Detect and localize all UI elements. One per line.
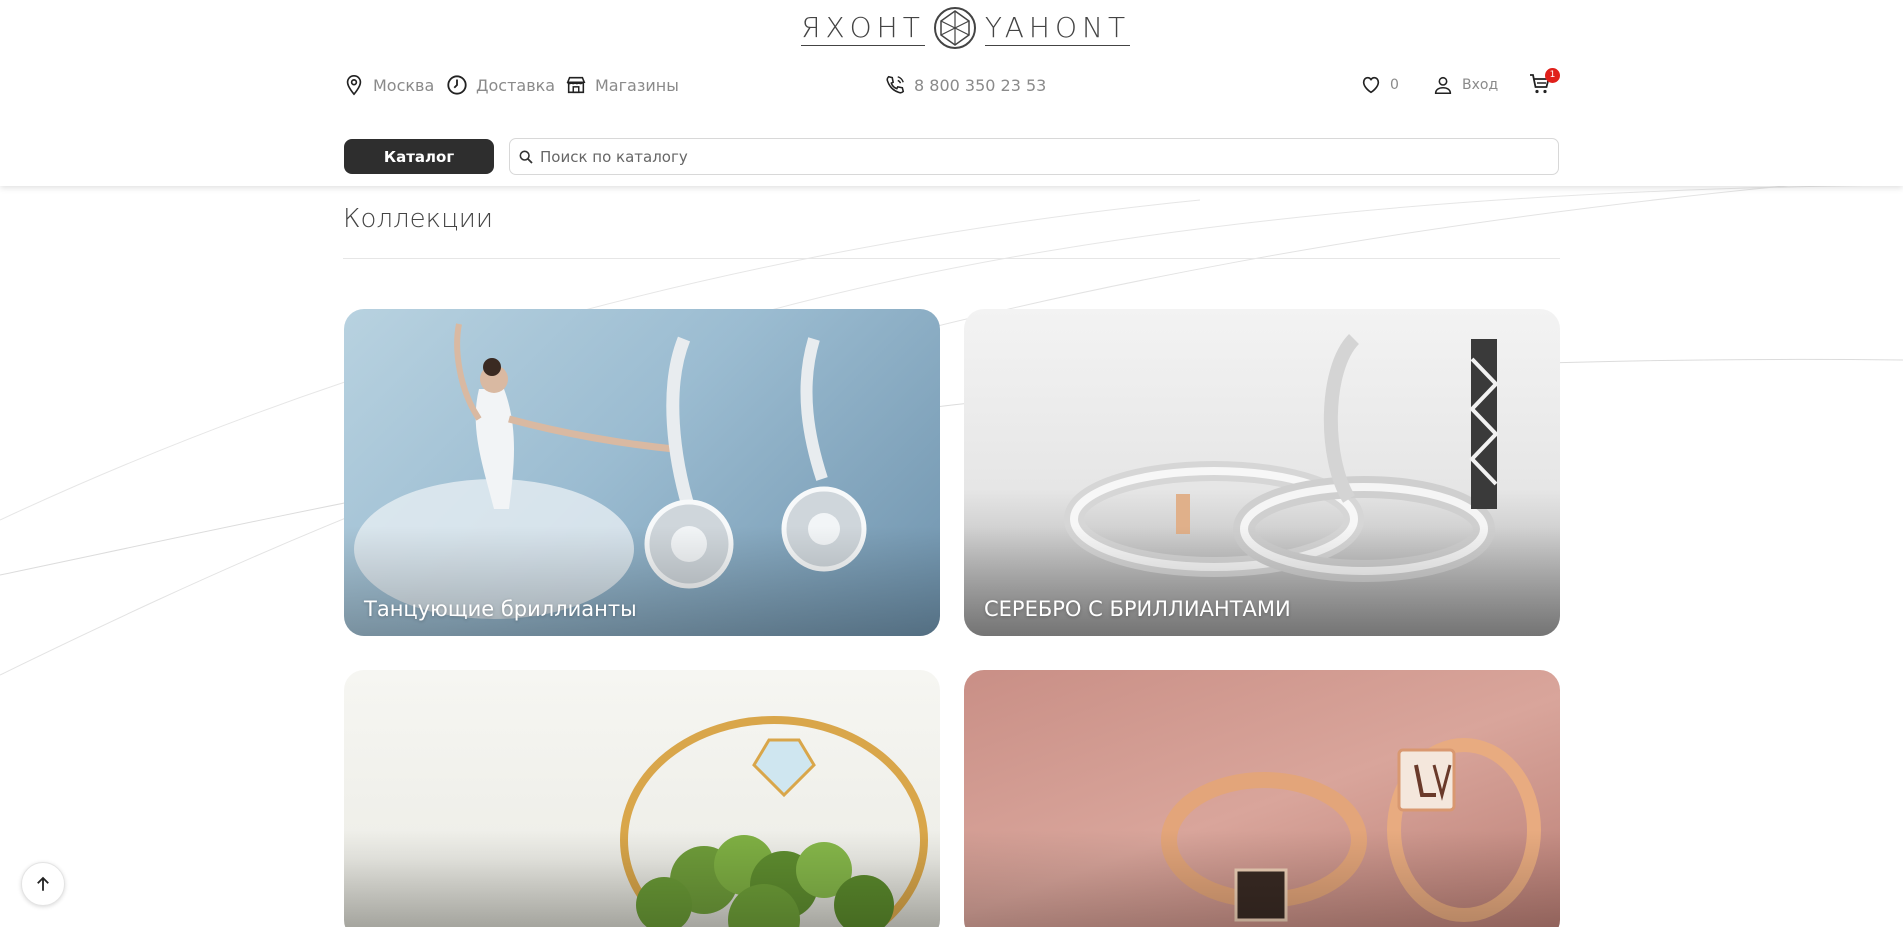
collection-caption: Танцующие бриллианты: [364, 597, 637, 621]
cart-button[interactable]: 1: [1528, 68, 1560, 98]
arrow-up-icon: [37, 876, 49, 891]
scroll-to-top-button[interactable]: [21, 862, 65, 906]
collection-card-gold-ring[interactable]: [344, 670, 940, 927]
collection-card-rose-gold[interactable]: [964, 670, 1560, 927]
phone-link[interactable]: 8 800 350 23 53: [884, 72, 1046, 98]
phone-icon: [886, 75, 905, 94]
title-divider: [343, 258, 1560, 259]
heart-icon: [1362, 76, 1380, 94]
logo-text-latin: YAHONT: [984, 10, 1131, 46]
logo-text-cyrillic: ЯХОНТ: [801, 10, 925, 46]
delivery-label: Доставка: [476, 75, 556, 95]
gem-logo-icon: [933, 7, 976, 49]
phone-number: 8 800 350 23 53: [914, 75, 1047, 95]
delivery-link[interactable]: Доставка: [446, 72, 555, 98]
city-label: Москва: [373, 75, 435, 95]
map-pin-icon: [346, 75, 362, 96]
user-icon: [1434, 76, 1452, 95]
collection-caption: СЕРЕБРО С БРИЛЛИАНТАМИ: [984, 597, 1291, 621]
site-header: ЯХОНТ YAHONT Москва Доставка Магазины 8 …: [0, 0, 1903, 186]
clock-icon: [447, 75, 467, 95]
city-selector[interactable]: Москва: [343, 72, 434, 98]
search-icon: [519, 150, 533, 164]
cart-count-badge: 1: [1545, 68, 1560, 83]
card-shade: [344, 830, 940, 927]
site-logo[interactable]: ЯХОНТ YAHONT: [801, 4, 1131, 52]
login-link[interactable]: Вход: [1432, 72, 1498, 98]
collection-card-dancing-diamonds[interactable]: Танцующие бриллианты: [344, 309, 940, 636]
search-input[interactable]: [540, 147, 1530, 166]
page-title: Коллекции: [343, 204, 494, 234]
catalog-button[interactable]: Каталог: [344, 139, 494, 174]
store-icon: [566, 76, 586, 94]
login-label: Вход: [1462, 77, 1499, 93]
favorites-link[interactable]: 0: [1360, 72, 1399, 98]
card-shade: [964, 830, 1560, 927]
shops-link[interactable]: Магазины: [565, 72, 679, 98]
favorites-count: 0: [1390, 77, 1399, 93]
collection-card-silver-diamonds[interactable]: СЕРЕБРО С БРИЛЛИАНТАМИ: [964, 309, 1560, 636]
shops-label: Магазины: [595, 75, 679, 95]
search-bar[interactable]: [509, 138, 1559, 175]
